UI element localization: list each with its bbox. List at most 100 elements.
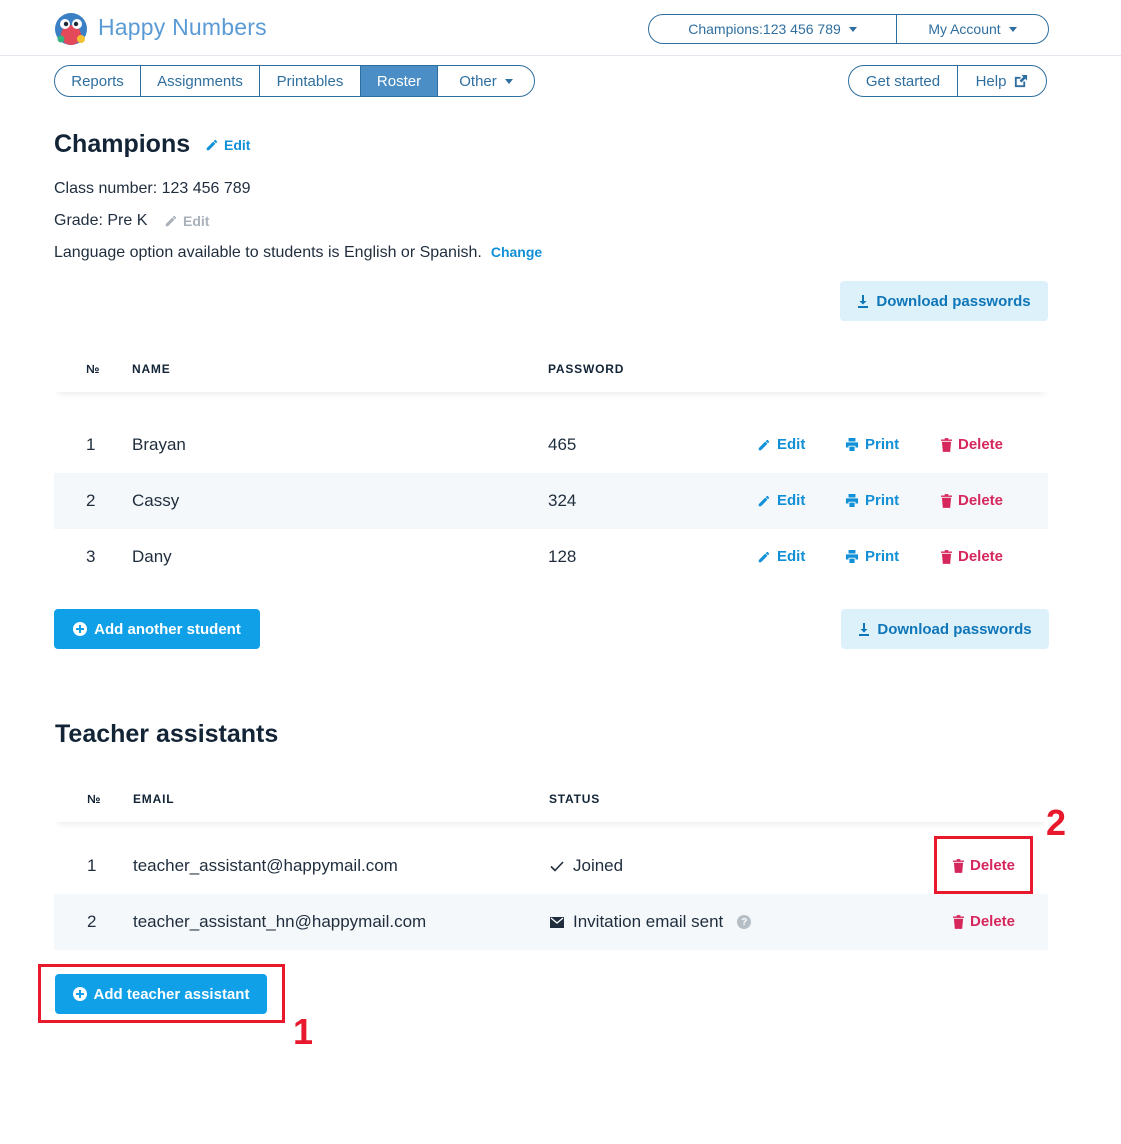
download-icon	[859, 622, 870, 636]
print-student-button[interactable]: Print	[845, 436, 899, 453]
download-passwords-button[interactable]: Download passwords	[840, 281, 1048, 321]
help-label: Help	[975, 72, 1007, 90]
tab-reports[interactable]: Reports	[55, 66, 141, 96]
delete-label: Delete	[958, 492, 1004, 509]
trash-icon	[941, 493, 952, 508]
student-password: 465	[548, 435, 577, 454]
callout-number-1: 1	[293, 1011, 314, 1052]
printer-icon	[845, 550, 859, 563]
get-started-label: Get started	[865, 72, 941, 90]
assistant-email: teacher_assistant@happymail.com	[133, 856, 398, 875]
student-name: Brayan	[132, 435, 186, 454]
assistant-email: teacher_assistant_hn@happymail.com	[133, 912, 427, 931]
student-name: Dany	[132, 547, 172, 566]
student-password: 128	[548, 547, 577, 566]
tab-assignments[interactable]: Assignments	[141, 66, 260, 96]
pencil-icon	[206, 139, 218, 151]
delete-label: Delete	[958, 548, 1004, 565]
status-label: Joined	[573, 856, 624, 875]
table-row: 1 teacher_assistant@happymail.com Joined…	[54, 838, 1048, 894]
edit-student-button[interactable]: Edit	[757, 436, 805, 453]
print-label: Print	[865, 436, 900, 453]
row-number: 1	[86, 435, 96, 454]
tab-roster[interactable]: Roster	[361, 66, 438, 96]
col-email: EMAIL	[133, 792, 175, 806]
table-row: 2 teacher_assistant_hn@happymail.com Inv…	[54, 894, 1048, 950]
student-name: Cassy	[132, 491, 180, 510]
row-number: 2	[87, 912, 97, 931]
language-text: Language option available to students is…	[54, 244, 482, 261]
grade: Grade: Pre K	[54, 212, 148, 229]
row-number: 3	[86, 547, 96, 566]
pencil-icon	[758, 495, 770, 506]
tab-label: Roster	[376, 72, 422, 90]
trash-icon	[941, 549, 952, 564]
pencil-icon	[165, 215, 177, 227]
printer-icon	[845, 494, 859, 507]
change-language-link[interactable]: Change	[491, 244, 542, 260]
plus-circle-icon	[73, 622, 88, 636]
student-password: 324	[548, 491, 577, 510]
delete-student-button[interactable]: Delete	[941, 436, 1003, 453]
envelope-icon	[550, 916, 564, 928]
delete-student-button[interactable]: Delete	[941, 492, 1003, 509]
status-label: Invitation email sent	[573, 912, 724, 931]
print-student-button[interactable]: Print	[845, 492, 899, 509]
col-number: №	[87, 792, 102, 806]
top-header: Happy Numbers Champions:123 456 789 My A…	[0, 0, 1121, 56]
account-menu[interactable]: My Account	[897, 15, 1048, 43]
table-row: 2 Cassy 324 Edit Print Delete	[54, 473, 1048, 529]
students-table-header: № NAME PASSWORD	[54, 348, 1048, 392]
callout-box-1	[38, 964, 285, 1023]
edit-student-button[interactable]: Edit	[757, 548, 805, 565]
table-row: 1 Brayan 465 Edit Print Delete	[54, 417, 1048, 473]
pencil-icon	[758, 551, 770, 562]
assistant-status: Invitation email sent ?	[550, 912, 752, 932]
print-student-button[interactable]: Print	[845, 548, 899, 565]
callout-number-2: 2	[1046, 802, 1067, 843]
col-name: NAME	[132, 362, 171, 376]
tab-printables[interactable]: Printables	[260, 66, 361, 96]
pencil-icon	[758, 439, 770, 450]
add-student-label: Add another student	[94, 620, 241, 638]
tab-label: Printables	[276, 72, 344, 90]
main-nav: Reports Assignments Printables Roster Ot…	[54, 65, 535, 97]
trash-icon	[953, 914, 964, 929]
row-number: 2	[86, 491, 96, 510]
delete-label: Delete	[970, 913, 1016, 930]
help-nav: Get started Help	[848, 65, 1047, 97]
download-passwords-button-bottom[interactable]: Download passwords	[841, 609, 1049, 649]
top-menu: Champions:123 456 789 My Account	[648, 14, 1049, 44]
print-label: Print	[865, 492, 900, 509]
tab-label: Assignments	[157, 72, 243, 90]
print-label: Print	[865, 548, 900, 565]
caret-down-icon	[504, 78, 513, 84]
question-icon[interactable]: ?	[737, 915, 752, 929]
tab-other[interactable]: Other	[438, 66, 534, 96]
logo-mascot-icon[interactable]	[54, 12, 88, 46]
tab-label: Other	[459, 72, 497, 90]
delete-student-button[interactable]: Delete	[941, 548, 1003, 565]
tab-label: Reports	[71, 72, 124, 90]
download-passwords-label: Download passwords	[877, 620, 1032, 638]
help-button[interactable]: Help	[958, 66, 1046, 96]
assistants-title: Teacher assistants	[55, 720, 279, 748]
brand-name[interactable]: Happy Numbers	[98, 14, 267, 41]
add-student-button[interactable]: Add another student	[54, 609, 260, 649]
class-selector[interactable]: Champions:123 456 789	[649, 15, 897, 43]
delete-assistant-button[interactable]: Delete	[953, 913, 1015, 930]
trash-icon	[941, 437, 952, 452]
row-number: 1	[87, 856, 97, 875]
col-status: STATUS	[549, 792, 601, 806]
edit-class-name-button[interactable]: Edit	[205, 137, 250, 153]
edit-grade-button[interactable]: Edit	[164, 213, 209, 229]
get-started-button[interactable]: Get started	[849, 66, 958, 96]
edit-label: Edit	[777, 548, 806, 565]
download-passwords-label: Download passwords	[876, 292, 1031, 310]
edit-student-button[interactable]: Edit	[757, 492, 805, 509]
class-selector-label: Champions:123 456 789	[688, 21, 841, 37]
delete-label: Delete	[958, 436, 1004, 453]
assistant-status: Joined	[550, 856, 623, 876]
callout-box-2	[934, 836, 1033, 894]
download-icon	[858, 294, 869, 308]
